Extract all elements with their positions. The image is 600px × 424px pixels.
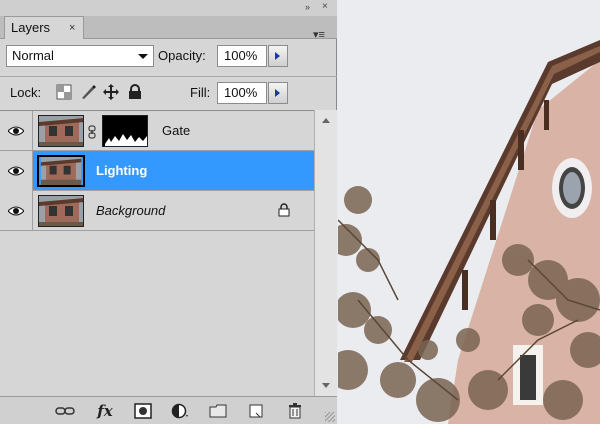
fx-label: fx xyxy=(97,402,113,420)
blend-mode-select[interactable]: Normal xyxy=(6,45,154,67)
lock-all-icon[interactable] xyxy=(127,84,143,100)
visibility-toggle[interactable] xyxy=(0,111,33,151)
adjustment-layer-icon[interactable] xyxy=(170,402,190,420)
close-icon[interactable]: × xyxy=(322,1,328,12)
scroll-down-arrow-icon[interactable] xyxy=(322,383,330,388)
layer-lock-icon xyxy=(278,203,290,222)
layers-panel: » × Layers × ▾≡ Normal Opacity: 100% Loc… xyxy=(0,0,337,424)
tab-close-icon[interactable]: × xyxy=(69,17,75,39)
divider xyxy=(0,76,337,77)
fx-icon[interactable]: fx xyxy=(95,402,115,420)
layer-row-background[interactable]: Background xyxy=(0,191,314,231)
fill-input[interactable]: 100% xyxy=(217,82,267,104)
trash-icon[interactable] xyxy=(285,402,305,420)
canvas-image xyxy=(338,0,600,424)
panel-menu-icon[interactable]: ▾≡ xyxy=(313,28,325,41)
eye-icon xyxy=(8,206,24,216)
layer-thumbnail[interactable] xyxy=(38,195,84,227)
opacity-label: Opacity: xyxy=(158,48,206,63)
mask-link-icon[interactable] xyxy=(88,125,96,144)
layer-row-lighting[interactable]: Lighting xyxy=(0,151,314,191)
tab-layers-label: Layers xyxy=(11,20,51,35)
layer-thumbnail[interactable] xyxy=(37,155,85,187)
blend-mode-value: Normal xyxy=(12,48,54,63)
resize-grip-icon[interactable] xyxy=(325,412,335,422)
new-layer-icon[interactable] xyxy=(246,402,266,420)
layers-list: Gate Lighting Background xyxy=(0,110,314,397)
new-group-icon[interactable] xyxy=(208,402,228,420)
layers-empty-area xyxy=(0,231,314,397)
visibility-toggle[interactable] xyxy=(0,151,33,191)
lock-transparent-icon[interactable] xyxy=(56,84,72,100)
scroll-up-arrow-icon[interactable] xyxy=(322,118,330,123)
layer-row-gate[interactable]: Gate xyxy=(0,111,314,151)
layer-name[interactable]: Background xyxy=(96,203,165,218)
layer-name[interactable]: Lighting xyxy=(96,163,147,178)
panel-title-bar[interactable]: » × xyxy=(0,0,337,16)
layers-bottom-toolbar: fx xyxy=(0,396,337,424)
lock-position-icon[interactable] xyxy=(103,84,119,100)
chevron-down-icon xyxy=(138,54,148,59)
document-canvas[interactable] xyxy=(338,0,600,424)
panel-tab-row: Layers × xyxy=(0,16,337,39)
add-mask-icon[interactable] xyxy=(133,402,153,420)
collapse-icon[interactable]: » xyxy=(305,2,310,12)
opacity-slider-button[interactable] xyxy=(268,45,288,67)
link-layers-icon[interactable] xyxy=(55,402,75,420)
visibility-toggle[interactable] xyxy=(0,191,33,231)
layers-scrollbar[interactable] xyxy=(314,110,337,396)
layer-thumbnail[interactable] xyxy=(38,115,84,147)
eye-icon xyxy=(8,126,24,136)
eye-icon xyxy=(8,166,24,176)
lock-image-icon[interactable] xyxy=(80,84,96,100)
fill-slider-button[interactable] xyxy=(268,82,288,104)
layer-name[interactable]: Gate xyxy=(162,123,190,138)
fill-label: Fill: xyxy=(190,85,211,100)
opacity-input[interactable]: 100% xyxy=(217,45,267,67)
tab-layers[interactable]: Layers × xyxy=(4,16,84,39)
lock-label: Lock: xyxy=(10,85,42,100)
layer-mask-thumbnail[interactable] xyxy=(102,115,148,147)
